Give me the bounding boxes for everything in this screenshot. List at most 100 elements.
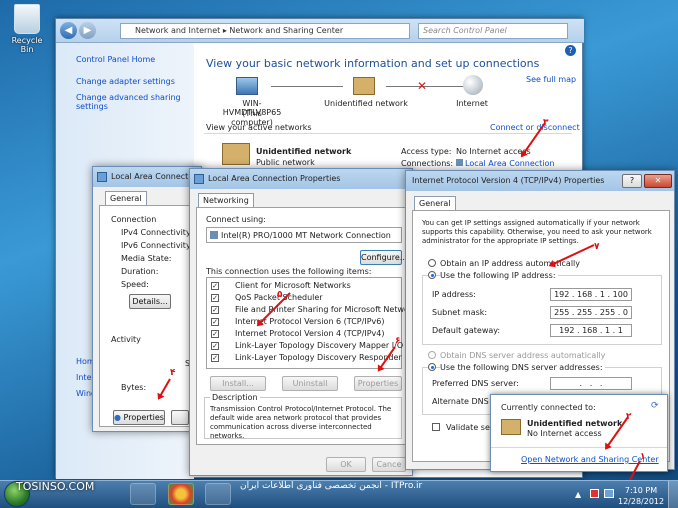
recycle-bin-icon[interactable]: Recycle Bin [4, 4, 50, 54]
active-networks-label: View your active networks [206, 123, 312, 132]
address-field[interactable]: Network and Internet ▸ Network and Shari… [120, 23, 410, 39]
connect-disconnect-link[interactable]: Connect or disconnect [490, 123, 580, 132]
status-properties-button[interactable]: ● Properties [113, 410, 165, 425]
annotation-number: ۷ [594, 242, 600, 252]
forward-button[interactable]: ▶ [79, 22, 96, 39]
tab-networking[interactable]: Networking [198, 193, 254, 207]
list-item[interactable]: Link-Layer Topology Discovery Responder [235, 353, 402, 362]
sidebar-item-advanced-sharing[interactable]: Change advanced sharing settings [76, 93, 186, 111]
back-button[interactable]: ◀ [60, 22, 77, 39]
bytes-label: Bytes: [121, 383, 147, 392]
manual-ip-radio[interactable] [428, 271, 436, 279]
network-icon [194, 174, 204, 184]
list-item[interactable]: Client for Microsoft Networks [235, 281, 351, 290]
currently-connected-label: Currently connected to: [501, 403, 596, 412]
speed-label: Speed: [121, 280, 149, 289]
intro-text: You can get IP settings assigned automat… [422, 219, 652, 245]
configure-button[interactable]: Configure... [360, 250, 407, 265]
description-text: Transmission Control Protocol/Internet P… [210, 405, 392, 440]
shield-icon: ● [114, 413, 121, 422]
network-icon [97, 172, 107, 182]
item-checkbox[interactable]: ✓ [211, 342, 219, 350]
props-title: Local Area Connection Properties [208, 174, 341, 183]
list-item-ipv4[interactable]: Internet Protocol Version 4 (TCP/IPv4) [235, 329, 384, 338]
ipv6-connectivity-label: IPv6 Connectivity: [121, 241, 193, 250]
item-checkbox[interactable]: ✓ [211, 330, 219, 338]
list-item[interactable]: Link-Layer Topology Discovery Mapper I/O… [235, 341, 430, 350]
show-desktop-button[interactable] [668, 481, 678, 508]
disable-button[interactable] [171, 410, 189, 425]
see-full-map-link[interactable]: See full map [526, 75, 576, 84]
ipv4-title: Internet Protocol Version 4 (TCP/IPv4) P… [412, 176, 605, 185]
search-input[interactable]: Search Control Panel [418, 23, 568, 39]
annotation-number: ۲ [626, 412, 632, 422]
items-label: This connection uses the following items… [206, 267, 372, 276]
sidebar-item-home[interactable]: Control Panel Home [76, 55, 155, 64]
action-center-icon[interactable] [590, 489, 599, 498]
bench-icon [222, 143, 250, 165]
status-title-bar: Local Area Connection [93, 167, 201, 187]
sidebar-item-adapter[interactable]: Change adapter settings [76, 77, 175, 86]
watermark-arabic: انجمن تخصصی فناوری اطلاعات ایران - ITPro… [240, 481, 423, 491]
gateway-label: Default gateway: [432, 326, 501, 335]
validate-checkbox[interactable] [432, 423, 440, 431]
annotation-number: ۳ [543, 118, 549, 128]
manual-ip-label[interactable]: Use the following IP address: [440, 271, 558, 280]
breadcrumb-network-internet[interactable]: Network and Internet [135, 26, 220, 35]
ok-button[interactable]: OK [326, 457, 366, 472]
auto-dns-label[interactable]: Obtain DNS server address automatically [440, 351, 605, 360]
flyout-net-status: No Internet access [527, 429, 602, 438]
details-button[interactable]: Details... [129, 294, 171, 309]
items-list[interactable]: ✓ Client for Microsoft Networks ✓ QoS Pack… [206, 277, 430, 369]
help-button[interactable]: ? [622, 174, 642, 188]
preferred-dns-field[interactable]: . . . [550, 377, 632, 390]
uninstall-button[interactable]: Uninstall [282, 376, 338, 391]
clock-date: 12/28/2012 [618, 497, 665, 506]
clock[interactable]: 7:10 PM 12/28/2012 [618, 485, 664, 507]
subnet-mask-field[interactable]: 255 . 255 . 255 . 0 [550, 306, 632, 319]
tab-general[interactable]: General [105, 191, 147, 205]
net-name: Unidentified network [256, 147, 352, 156]
annotation-number: ۱ [640, 452, 646, 462]
recycle-bin-label: Recycle Bin [11, 36, 43, 54]
status-title: Local Area Connection [111, 172, 201, 181]
bench-icon [501, 419, 521, 435]
globe-icon [463, 75, 483, 95]
auto-ip-radio[interactable] [428, 259, 436, 267]
gateway-field[interactable]: 192 . 168 . 1 . 1 [550, 324, 632, 337]
annotation-number: ۶ [395, 336, 401, 346]
control-panel-taskbar-icon[interactable] [205, 483, 231, 505]
subnet-mask-label: Subnet mask: [432, 308, 488, 317]
network-tray-icon[interactable] [604, 489, 614, 498]
ip-address-field[interactable]: 192 . 168 . 1 . 100 [550, 288, 632, 301]
manual-dns-label[interactable]: Use the following DNS server addresses: [440, 363, 605, 372]
list-item[interactable]: File and Printer Sharing for Microsoft N… [235, 305, 421, 314]
help-icon[interactable]: ? [565, 45, 576, 56]
breadcrumb-sharing-center[interactable]: Network and Sharing Center [229, 26, 343, 35]
refresh-icon[interactable]: ⟳ [651, 401, 661, 411]
show-hidden-icons[interactable]: ▲ [575, 490, 581, 499]
media-player-icon[interactable] [130, 483, 156, 505]
preferred-dns-label: Preferred DNS server: [432, 379, 519, 388]
item-checkbox[interactable]: ✓ [211, 282, 219, 290]
tab-general[interactable]: General [414, 196, 456, 210]
item-checkbox[interactable]: ✓ [211, 306, 219, 314]
local-area-connection-link[interactable]: Local Area Connection [456, 159, 555, 168]
install-button[interactable]: Install... [210, 376, 266, 391]
connect-using-label: Connect using: [206, 215, 266, 224]
cancel-button[interactable]: Cance [372, 457, 406, 472]
item-checkbox[interactable]: ✓ [211, 294, 219, 302]
annotation-number: ۵ [277, 290, 283, 300]
flyout-net-name: Unidentified network [527, 419, 623, 428]
adapter-name: Intel(R) PRO/1000 MT Network Connection [221, 231, 391, 240]
item-checkbox[interactable]: ✓ [211, 318, 219, 326]
chrome-icon[interactable] [168, 483, 194, 505]
net-type[interactable]: Public network [256, 158, 315, 167]
auto-dns-radio[interactable] [428, 351, 436, 359]
connections-label: Connections: [401, 159, 454, 168]
manual-dns-radio[interactable] [428, 363, 436, 371]
item-checkbox[interactable]: ✓ [211, 354, 219, 362]
item-properties-button[interactable]: Properties [354, 376, 402, 391]
description-label: Description [210, 393, 260, 402]
close-button[interactable]: ✕ [644, 174, 672, 188]
